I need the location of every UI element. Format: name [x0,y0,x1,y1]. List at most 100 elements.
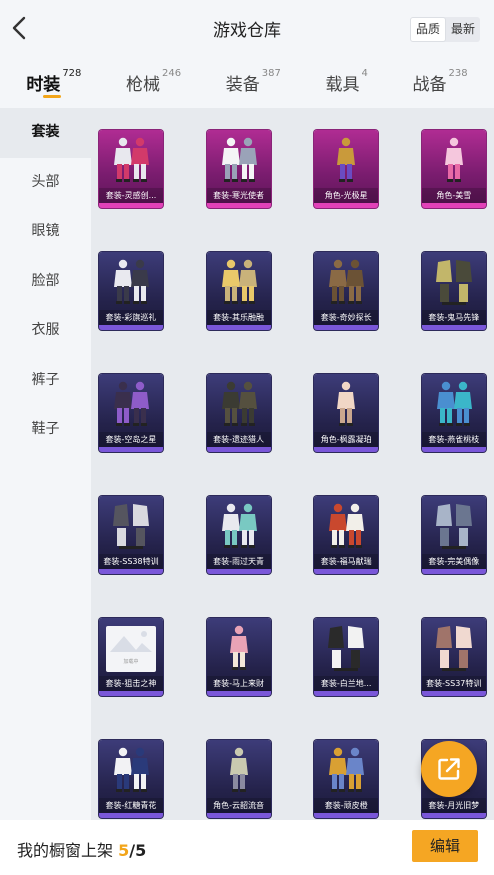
category-tabs: 时装728 枪械246 装备387 载具4 战备238 [0,58,494,108]
rarity-bar [99,569,163,574]
item-card[interactable]: 套装-SS37特训 [421,618,486,696]
rarity-bar [421,569,486,574]
outfit-preview-image [329,503,365,548]
image-placeholder: 加载中 [106,626,156,672]
item-card[interactable]: 套装-寒光使者 [206,130,271,208]
outfit-preview-image [114,381,149,426]
rarity-bar [314,447,379,452]
item-name: 套装-灵感创... [99,188,163,203]
item-card[interactable]: 套装-燕雀桃枝 [421,374,486,452]
item-card[interactable]: 套装-福马献瑞 [314,496,379,574]
item-name: 角色-云韶流音 [206,798,271,813]
tab-count: 387 [261,68,281,79]
item-name: 套装-完美偶像 [421,554,486,569]
rarity-bar [314,691,379,696]
item-card[interactable]: 套装-SS38特训 [99,496,163,574]
rarity-bar [99,691,163,696]
rarity-bar [206,691,271,696]
outfit-preview-image [329,259,365,304]
item-card[interactable]: 套装-马上来财 [206,618,271,696]
outfit-preview-image [435,626,472,671]
tab-fashion[interactable]: 时装728 [26,58,81,108]
active-tab-indicator [43,95,62,98]
item-grid-area: 套装-灵感创... 套装-寒光使者 角色-光极星 角色-美雪套装-彩旗巡礼 套装-其乐融… [91,108,494,820]
tab-weapons[interactable]: 枪械246 [126,58,181,108]
item-card[interactable]: 加载中 套装-狙击之神 [99,618,163,696]
item-card[interactable]: 套装-鬼马先锋 [421,252,486,330]
item-name: 套装-马上来财 [206,676,271,691]
item-name: 套装-月光旧梦 [421,798,486,813]
item-card[interactable]: 套装-雨过天青 [206,496,271,574]
item-card[interactable]: 套装-灵感创... [99,130,163,208]
item-name: 套装-彩旗巡礼 [99,310,163,325]
tab-label: 装备 [225,75,260,95]
sidebar-item-head[interactable]: 头部 [0,158,91,208]
item-card[interactable]: 角色-美雪 [421,130,486,208]
sidebar-item-face[interactable]: 脸部 [0,257,91,307]
share-button[interactable] [421,741,477,797]
item-card[interactable]: 套装-白兰地... [314,618,379,696]
showcase-status: 我的橱窗上架 5/5 [17,837,146,861]
placeholder-text: 加载中 [123,659,139,665]
outfit-preview-image [221,259,257,304]
item-card[interactable]: 套装-彩旗巡礼 [99,252,163,330]
external-link-icon [438,758,460,780]
rarity-bar [206,813,271,818]
item-name: 套装-雨过天青 [206,554,271,569]
item-name: 套装-奇妙探长 [314,310,379,325]
tab-label: 战备 [412,75,447,95]
rarity-bar [421,691,486,696]
sidebar-item-shoes[interactable]: 鞋子 [0,405,91,455]
image-icon [110,631,152,652]
outfit-preview-image [114,747,149,792]
tab-equipment[interactable]: 装备387 [226,58,281,108]
outfit-preview-image [221,137,257,182]
rarity-bar [314,569,379,574]
outfit-preview-image [221,503,257,548]
outfit-preview-image [337,381,356,426]
item-card[interactable]: 套装-其乐融融 [206,252,271,330]
item-name: 角色-美雪 [421,188,486,203]
item-card[interactable]: 角色-枫露凝珀 [314,374,379,452]
item-name: 角色-枫露凝珀 [314,432,379,447]
tab-label: 载具 [325,75,360,95]
item-name: 套装-寒光使者 [206,188,271,203]
tab-count: 238 [448,68,468,79]
item-name: 套装-顽皮橙 [314,798,379,813]
item-name: 套装-SS37特训 [421,676,486,691]
rarity-bar [314,325,379,330]
sidebar-item-clothes[interactable]: 衣服 [0,306,91,356]
sort-toggle: 品质 最新 [409,17,480,42]
item-card[interactable]: 角色-云韶流音 [206,740,271,818]
outfit-preview-image [328,626,365,671]
outfit-preview-image [435,504,472,549]
edit-button[interactable]: 编辑 [412,830,478,862]
item-grid: 套装-灵感创... 套装-寒光使者 角色-光极星 角色-美雪套装-彩旗巡礼 套装-其乐融… [91,130,494,818]
rarity-bar [421,813,486,818]
rarity-bar [421,447,486,452]
rarity-bar [206,203,271,208]
sort-quality-option[interactable]: 品质 [409,17,446,42]
item-card[interactable]: 套装-奇妙探长 [314,252,379,330]
outfit-preview-image [113,504,149,549]
sidebar-item-suit[interactable]: 套装 [0,108,91,158]
outfit-preview-image [329,747,365,792]
outfit-preview-image [229,625,248,670]
outfit-preview-image [435,260,472,305]
tab-count: 4 [361,68,368,79]
item-card[interactable]: 套装-空岛之星 [99,374,163,452]
item-card[interactable]: 套装-遗迹猎人 [206,374,271,452]
item-card[interactable]: 套装-红糖青花 [99,740,163,818]
item-card[interactable]: 角色-光极星 [314,130,379,208]
tab-vehicles[interactable]: 载具4 [326,58,368,108]
item-card[interactable]: 套装-顽皮橙 [314,740,379,818]
item-name: 套装-其乐融融 [206,310,271,325]
sidebar-item-pants[interactable]: 裤子 [0,356,91,406]
item-card[interactable]: 套装-完美偶像 [421,496,486,574]
sidebar-item-glasses[interactable]: 眼镜 [0,207,91,257]
outfit-preview-image [114,259,149,304]
tab-count: 246 [162,68,182,79]
sort-latest-option[interactable]: 最新 [446,17,480,42]
outfit-preview-image [436,381,472,426]
tab-supplies[interactable]: 战备238 [413,58,468,108]
